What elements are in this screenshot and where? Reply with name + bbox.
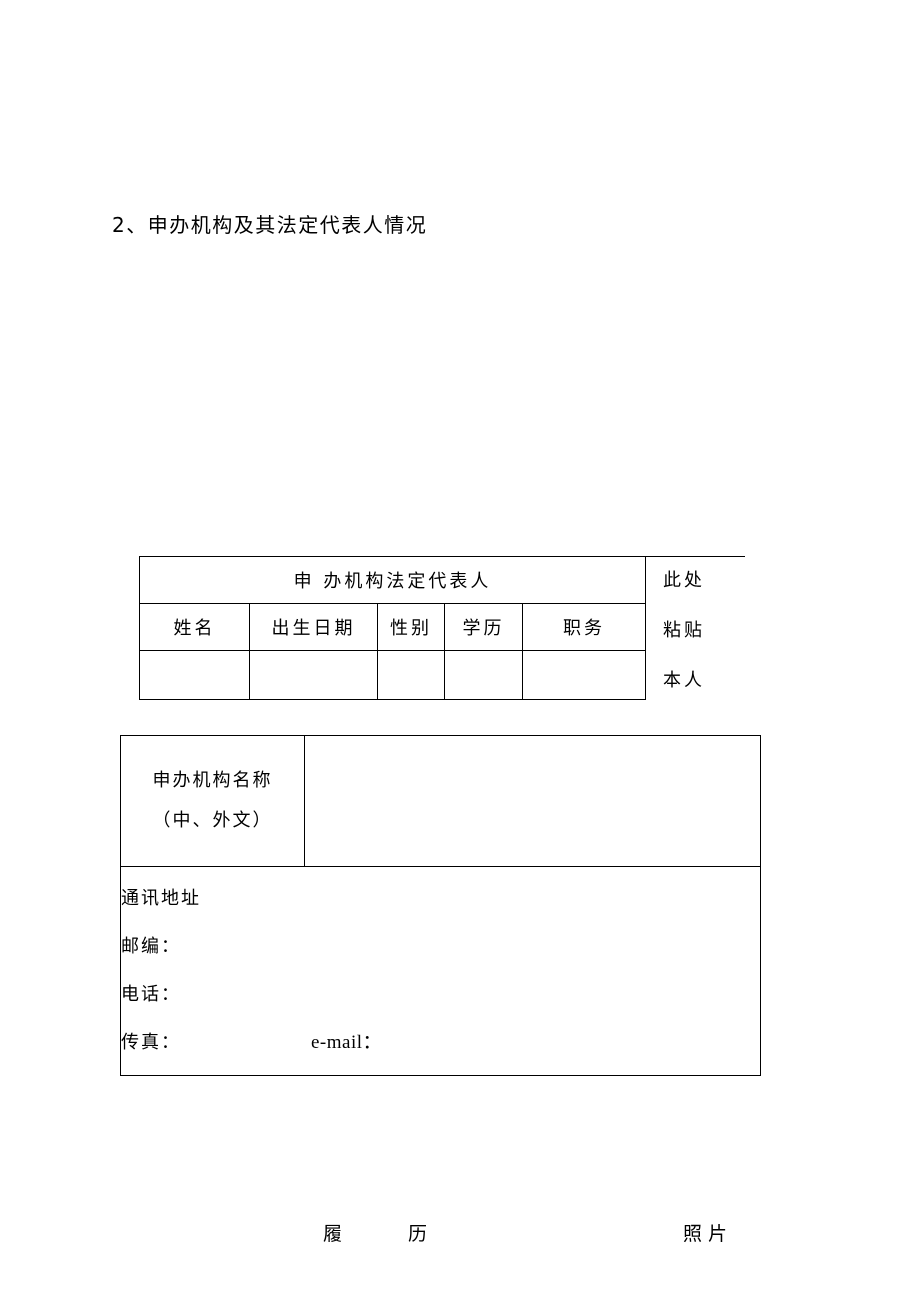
org-name-label-line-1: 申办机构名称: [152, 770, 273, 791]
footer-resume-label: 履 历: [323, 1223, 458, 1245]
org-name-label: 申办机构名称 （中、外文）: [120, 735, 305, 867]
field-name-value[interactable]: [139, 650, 250, 700]
photo-note-line-3: 本人: [663, 670, 705, 691]
document-page: 2、申办机构及其法定代表人情况 申 办机构法定代表人 姓名 出生日期 性别 学历…: [0, 0, 920, 1301]
field-gender-value[interactable]: [377, 650, 445, 700]
fax-row: 传真： e-mail：: [121, 1019, 760, 1067]
table-row: 通讯地址 邮编： 电话： 传真： e-mail：: [120, 866, 761, 1076]
photo-note-line-1: 此处: [663, 570, 705, 591]
column-header-education: 学历: [444, 603, 523, 651]
address-label: 通讯地址: [121, 888, 201, 909]
column-header-position: 职务: [521, 603, 647, 651]
page-title: 2、申办机构及其法定代表人情况: [112, 213, 428, 237]
field-education-value[interactable]: [444, 650, 523, 700]
photo-note-line-2: 粘贴: [663, 620, 705, 641]
column-header-gender: 性别: [377, 603, 445, 651]
rep-table-title: 申 办机构法定代表人: [138, 556, 647, 604]
footer-photo-label: 照片: [683, 1223, 734, 1245]
table-row: 申 办机构法定代表人: [138, 556, 647, 604]
contact-info-cell[interactable]: 通讯地址 邮编： 电话： 传真： e-mail：: [120, 866, 761, 1076]
photo-paste-note: 此处 粘贴 本人: [663, 556, 783, 706]
column-header-birthdate: 出生日期: [249, 603, 378, 651]
fax-label: 传真：: [121, 1032, 181, 1053]
field-birthdate-value[interactable]: [249, 650, 378, 700]
legal-representative-table: 申 办机构法定代表人 姓名 出生日期 性别 学历 职务: [138, 556, 647, 700]
organization-info-table: 申办机构名称 （中、外文） 通讯地址 邮编： 电话： 传真： e-mail：: [120, 735, 761, 1076]
org-name-value[interactable]: [304, 735, 761, 867]
postcode-label: 邮编：: [121, 936, 181, 957]
table-row: [139, 650, 647, 700]
field-position-value[interactable]: [521, 650, 647, 700]
email-label: e-mail：: [311, 1032, 383, 1053]
table-row: 申办机构名称 （中、外文）: [120, 735, 761, 867]
org-name-label-line-2: （中、外文）: [152, 810, 273, 831]
phone-label: 电话：: [121, 984, 181, 1005]
table-row: 姓名 出生日期 性别 学历 职务: [139, 603, 647, 651]
column-header-name: 姓名: [139, 603, 250, 651]
